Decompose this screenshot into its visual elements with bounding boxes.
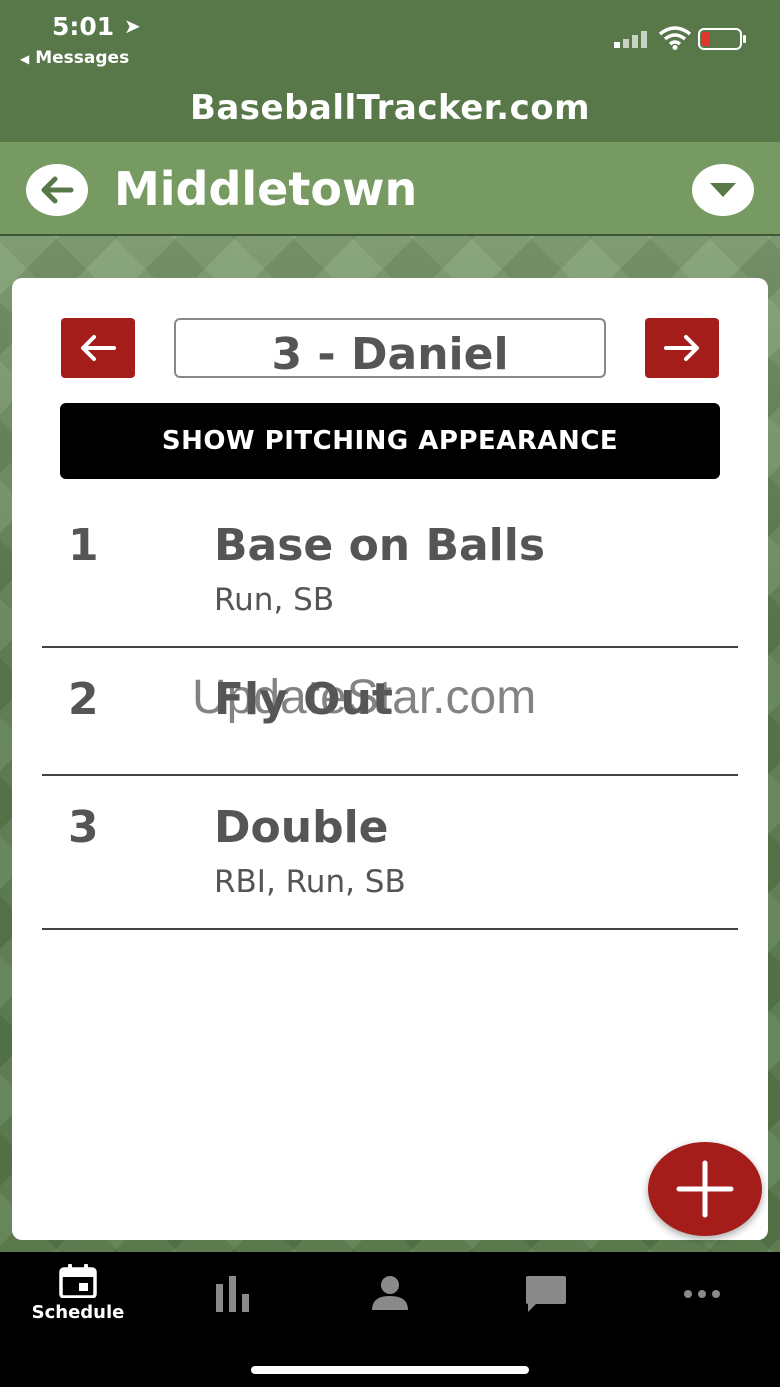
add-appearance-button[interactable]: [648, 1142, 762, 1236]
status-time: 5:01: [52, 12, 115, 41]
team-name: Middletown: [114, 162, 418, 216]
tab-more[interactable]: [624, 1274, 780, 1344]
back-triangle-icon: ◀: [20, 52, 30, 66]
bar-chart-icon: [216, 1276, 249, 1312]
tab-roster[interactable]: [312, 1274, 468, 1344]
home-indicator: [251, 1366, 529, 1374]
appearance-row-2[interactable]: 2 Fly Out: [42, 648, 738, 776]
arrow-left-icon: [41, 176, 74, 204]
appearance-row-1[interactable]: 1 Base on Balls Run, SB: [42, 510, 738, 648]
app-title: BaseballTracker.com: [189, 88, 591, 128]
back-messages-label: Messages: [35, 48, 130, 68]
person-icon: [372, 1276, 408, 1310]
appearance-row-3[interactable]: 3 Double RBI, Run, SB: [42, 776, 738, 930]
back-to-messages[interactable]: ◀ Messages: [20, 48, 129, 68]
battery-icon: [698, 28, 746, 50]
batter-name: 3 - Daniel: [271, 329, 509, 378]
appearance-number: 2: [68, 674, 99, 725]
appearance-number: 3: [68, 802, 99, 853]
appearance-detail: RBI, Run, SB: [214, 864, 406, 900]
arrow-right-icon: [664, 335, 699, 361]
chat-icon: [526, 1276, 566, 1312]
appearance-number: 1: [68, 520, 99, 571]
appearance-result: Fly Out: [214, 674, 393, 725]
back-button[interactable]: [26, 164, 88, 216]
show-pitching-appearance-button[interactable]: SHOW PITCHING APPEARANCE: [60, 403, 720, 479]
appearance-result: Double: [214, 802, 389, 853]
previous-batter-button[interactable]: [61, 318, 135, 378]
team-dropdown-button[interactable]: [692, 164, 754, 216]
chevron-down-icon: [710, 183, 736, 197]
wifi-icon: [658, 26, 692, 50]
team-bar: Middletown: [0, 142, 780, 236]
arrow-left-icon: [81, 335, 116, 361]
calendar-icon: [59, 1264, 97, 1298]
appearance-detail: Run, SB: [214, 582, 335, 618]
cell-signal-icon: [614, 31, 647, 48]
app-header: 5:01 ➤ ◀ Messages BaseballTracker.com: [0, 0, 780, 142]
batter-selector[interactable]: 3 - Daniel: [174, 318, 606, 378]
location-icon: ➤: [124, 14, 141, 38]
tab-schedule[interactable]: Schedule: [0, 1264, 156, 1334]
tab-stats[interactable]: [156, 1274, 312, 1344]
tab-schedule-label: Schedule: [31, 1302, 125, 1323]
tab-messages[interactable]: [468, 1274, 624, 1344]
more-icon: [684, 1290, 720, 1298]
next-batter-button[interactable]: [645, 318, 719, 378]
plus-icon: [676, 1160, 734, 1218]
appearance-result: Base on Balls: [214, 520, 546, 571]
batter-card: 3 - Daniel SHOW PITCHING APPEARANCE 1 Ba…: [12, 278, 768, 1240]
